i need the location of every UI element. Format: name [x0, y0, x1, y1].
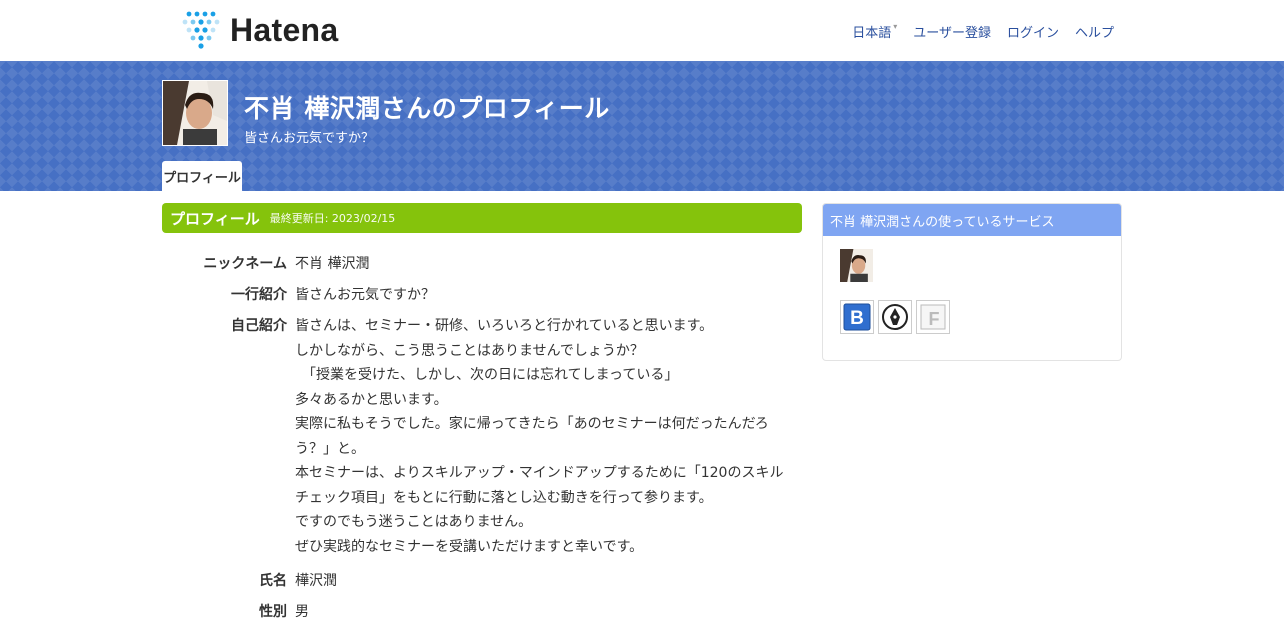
intro-line: 「授業を受けた、しかし、次の日には忘れてしまっている」 [295, 367, 679, 383]
gender-row: 性別 男 [162, 603, 802, 621]
intro-label: 自己紹介 [231, 318, 287, 334]
bookmark-glyph: B [850, 308, 864, 329]
hatena-logo[interactable]: Hatena [182, 11, 339, 49]
hatena-f-link[interactable]: F [916, 300, 950, 334]
top-nav: 日本語 ▾ ユーザー登録 ログイン ヘルプ [852, 22, 1114, 41]
intro-line: 本セミナーは、よりスキルアップ・マインドアップするために「120のスキル [295, 465, 784, 481]
avatar[interactable] [162, 80, 228, 146]
register-link[interactable]: ユーザー登録 [913, 22, 991, 41]
language-label: 日本語 [852, 26, 892, 41]
logo-text: Hatena [230, 11, 339, 48]
oneline-row: 一行紹介 皆さんお元気ですか？ [162, 286, 802, 304]
profile-main: プロフィール 最終更新日: 2023/02/15 ニックネーム 不肖 樺沢潤 一… [162, 203, 802, 634]
hatena-bookmark-icon: B [843, 303, 871, 331]
avatar-small[interactable] [840, 249, 873, 282]
profile-banner: 不肖 樺沢潤さんのプロフィール 皆さんお元気ですか？ プロフィール [0, 61, 1284, 191]
page-subtitle: 皆さんお元気ですか？ [244, 131, 375, 146]
intro-line: ぜひ実践的なセミナーを受講いただけますと幸いです。 [295, 538, 644, 555]
nickname-row: ニックネーム 不肖 樺沢潤 [162, 255, 802, 273]
hatena-blog-link[interactable] [878, 300, 912, 334]
pen-nib-icon [882, 304, 908, 330]
f-glyph: F [929, 309, 940, 329]
top-bar: Hatena 日本語 ▾ ユーザー登録 ログイン ヘルプ [0, 0, 1284, 61]
name-label: 氏名 [259, 573, 287, 589]
intro-text: 皆さんは、セミナー・研修、いろいろと行かれていると思います。 しかしながら、こう… [295, 314, 797, 559]
intro-line: 皆さんは、セミナー・研修、いろいろと行かれていると思います。 [295, 318, 714, 334]
intro-line: う？」と。 [295, 440, 365, 457]
profile-fields: ニックネーム 不肖 樺沢潤 一行紹介 皆さんお元気ですか？ 自己紹介 皆さんは、… [162, 255, 802, 621]
services-sidebar: 不肖 樺沢潤さんの使っているサービス B F [822, 203, 1122, 361]
hatena-f-icon: F [920, 304, 946, 330]
oneline-label: 一行紹介 [231, 287, 287, 303]
profile-section-header: プロフィール 最終更新日: 2023/02/15 [162, 203, 802, 233]
services-title: 不肖 樺沢潤さんの使っているサービス [823, 204, 1121, 236]
intro-line: チェック項目」をもとに行動に落とし込む動きを行って参ります。 [295, 489, 713, 506]
section-title: プロフィール [170, 209, 260, 228]
last-updated: 最終更新日: 2023/02/15 [269, 212, 396, 225]
hatena-logo-icon [182, 11, 220, 49]
intro-row: 自己紹介 皆さんは、セミナー・研修、いろいろと行かれていると思います。 しかしな… [162, 317, 802, 559]
intro-line: しかしながら、こう思うことはありませんでしょうか？ [295, 342, 644, 359]
avatar-image [163, 81, 227, 145]
intro-line: 多々あるかと思います。 [295, 391, 448, 408]
login-link[interactable]: ログイン [1007, 22, 1059, 41]
name-value: 樺沢潤 [295, 573, 337, 589]
avatar-small-image [840, 249, 873, 282]
language-selector[interactable]: 日本語 ▾ [852, 22, 897, 41]
chevron-down-icon: ▾ [893, 22, 898, 31]
intro-line: ですのでもう迷うことはありません。 [295, 514, 533, 530]
page-title: 不肖 樺沢潤さんのプロフィール [244, 94, 610, 123]
intro-line: 実際に私もそうでした。家に帰ってきたら「あのセミナーは何だったんだろ [295, 416, 769, 432]
oneline-value: 皆さんお元気ですか？ [295, 287, 435, 303]
help-link[interactable]: ヘルプ [1075, 22, 1114, 41]
name-row: 氏名 樺沢潤 [162, 572, 802, 590]
hatena-bookmark-link[interactable]: B [840, 300, 874, 334]
tab-profile[interactable]: プロフィール [162, 161, 242, 191]
nickname-value: 不肖 樺沢潤 [295, 256, 370, 272]
gender-value: 男 [295, 604, 309, 620]
gender-label: 性別 [259, 604, 287, 620]
nickname-label: ニックネーム [203, 256, 287, 272]
